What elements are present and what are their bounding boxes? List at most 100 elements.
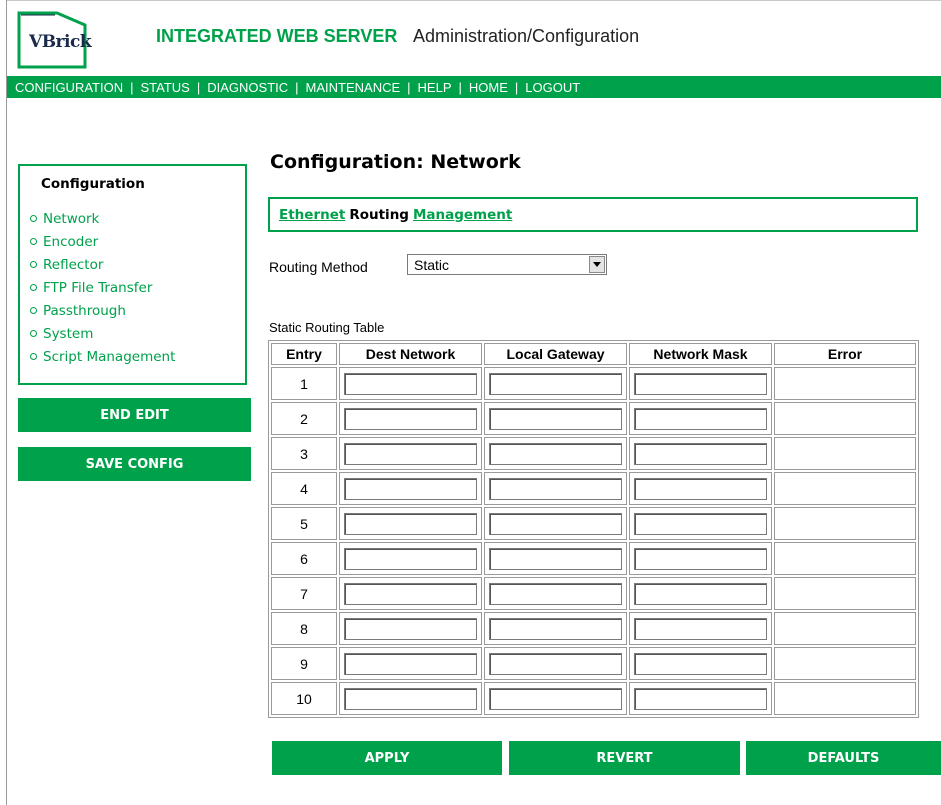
entry-number: 10 <box>271 682 337 715</box>
entry-number: 6 <box>271 542 337 575</box>
network-mask-input[interactable] <box>634 652 767 675</box>
sidebar-list: Network Encoder Reflector FTP File Trans… <box>30 207 175 368</box>
dest-network-input[interactable] <box>344 687 477 710</box>
sidebar-item-system[interactable]: System <box>30 322 175 345</box>
nav-configuration[interactable]: CONFIGURATION <box>15 80 123 95</box>
bullet-icon <box>30 238 37 245</box>
entry-number: 2 <box>271 402 337 435</box>
table-row: 5 <box>271 507 916 540</box>
nav-separator: | <box>196 79 201 95</box>
local-gateway-input[interactable] <box>489 652 622 675</box>
sidebar-item-script-management[interactable]: Script Management <box>30 345 175 368</box>
sidebar-item-network[interactable]: Network <box>30 207 175 230</box>
nav-diagnostic[interactable]: DIAGNOSTIC <box>207 80 288 95</box>
nav-status[interactable]: STATUS <box>140 80 189 95</box>
local-gateway-input[interactable] <box>489 477 622 500</box>
error-cell <box>774 367 916 400</box>
network-mask-input[interactable] <box>634 512 767 535</box>
apply-button[interactable]: APPLY <box>272 741 502 775</box>
vbrick-logo: VBrick <box>17 11 92 69</box>
window-top-border <box>6 0 941 1</box>
table-row: 7 <box>271 577 916 610</box>
bullet-icon <box>30 215 37 222</box>
tab-ethernet[interactable]: Ethernet <box>279 207 345 223</box>
dest-network-input[interactable] <box>344 477 477 500</box>
network-mask-input[interactable] <box>634 407 767 430</box>
save-config-button[interactable]: SAVE CONFIG <box>18 447 251 481</box>
sidebar-item-label: Passthrough <box>43 302 126 319</box>
dest-network-input[interactable] <box>344 372 477 395</box>
network-mask-input[interactable] <box>634 582 767 605</box>
table-row: 1 <box>271 367 916 400</box>
tab-routing: Routing <box>349 206 409 223</box>
sidebar-item-reflector[interactable]: Reflector <box>30 253 175 276</box>
sidebar-menu: Configuration Network Encoder Reflector … <box>18 164 247 385</box>
network-mask-input[interactable] <box>634 617 767 640</box>
table-row: 3 <box>271 437 916 470</box>
sidebar-item-label: Encoder <box>43 233 99 250</box>
revert-button[interactable]: REVERT <box>509 741 740 775</box>
local-gateway-input[interactable] <box>489 617 622 640</box>
nav-separator: | <box>458 79 462 95</box>
dest-network-input[interactable] <box>344 617 477 640</box>
routing-method-select[interactable]: Static <box>407 254 607 275</box>
column-header-network-mask: Network Mask <box>629 343 772 365</box>
error-cell <box>774 612 916 645</box>
entry-number: 9 <box>271 647 337 680</box>
local-gateway-input[interactable] <box>489 582 622 605</box>
nav-help[interactable]: HELP <box>418 80 452 95</box>
dest-network-input[interactable] <box>344 442 477 465</box>
entry-number: 3 <box>271 437 337 470</box>
end-edit-button[interactable]: END EDIT <box>18 398 251 432</box>
page-title: Configuration: Network <box>270 151 521 173</box>
table-row: 8 <box>271 612 916 645</box>
dest-network-input[interactable] <box>344 512 477 535</box>
nav-separator: | <box>130 79 134 95</box>
table-row: 9 <box>271 647 916 680</box>
local-gateway-input[interactable] <box>489 547 622 570</box>
app-subtitle: Administration/Configuration <box>413 26 640 46</box>
error-cell <box>774 577 916 610</box>
error-cell <box>774 542 916 575</box>
error-cell <box>774 507 916 540</box>
logo-text: VBrick <box>29 32 92 52</box>
network-mask-input[interactable] <box>634 687 767 710</box>
error-cell <box>774 682 916 715</box>
dropdown-arrow-icon[interactable] <box>589 256 605 273</box>
network-mask-input[interactable] <box>634 547 767 570</box>
dest-network-input[interactable] <box>344 582 477 605</box>
nav-logout[interactable]: LOGOUT <box>525 80 580 95</box>
sidebar-item-ftp-file-transfer[interactable]: FTP File Transfer <box>30 276 175 299</box>
dest-network-input[interactable] <box>344 407 477 430</box>
local-gateway-input[interactable] <box>489 407 622 430</box>
app-title: INTEGRATED WEB SERVER <box>156 26 398 46</box>
sidebar-item-passthrough[interactable]: Passthrough <box>30 299 175 322</box>
network-mask-input[interactable] <box>634 477 767 500</box>
entry-number: 5 <box>271 507 337 540</box>
column-header-entry: Entry <box>271 343 337 365</box>
entry-number: 7 <box>271 577 337 610</box>
local-gateway-input[interactable] <box>489 512 622 535</box>
table-caption: Static Routing Table <box>269 320 385 335</box>
table-header-row: Entry Dest Network Local Gateway Network… <box>271 343 916 365</box>
sidebar-heading: Configuration <box>41 176 145 192</box>
sidebar-item-label: FTP File Transfer <box>43 279 153 296</box>
nav-maintenance[interactable]: MAINTENANCE <box>306 80 401 95</box>
bullet-icon <box>30 261 37 268</box>
sidebar-item-encoder[interactable]: Encoder <box>30 230 175 253</box>
local-gateway-input[interactable] <box>489 442 622 465</box>
local-gateway-input[interactable] <box>489 372 622 395</box>
nav-separator: | <box>407 79 411 95</box>
network-mask-input[interactable] <box>634 372 767 395</box>
tab-management[interactable]: Management <box>413 207 512 223</box>
table-row: 10 <box>271 682 916 715</box>
defaults-button[interactable]: DEFAULTS <box>746 741 941 775</box>
local-gateway-input[interactable] <box>489 687 622 710</box>
dest-network-input[interactable] <box>344 652 477 675</box>
dest-network-input[interactable] <box>344 547 477 570</box>
sidebar-item-label: System <box>43 325 94 342</box>
nav-home[interactable]: HOME <box>469 80 508 95</box>
column-header-local-gateway: Local Gateway <box>484 343 627 365</box>
network-mask-input[interactable] <box>634 442 767 465</box>
entry-number: 4 <box>271 472 337 505</box>
